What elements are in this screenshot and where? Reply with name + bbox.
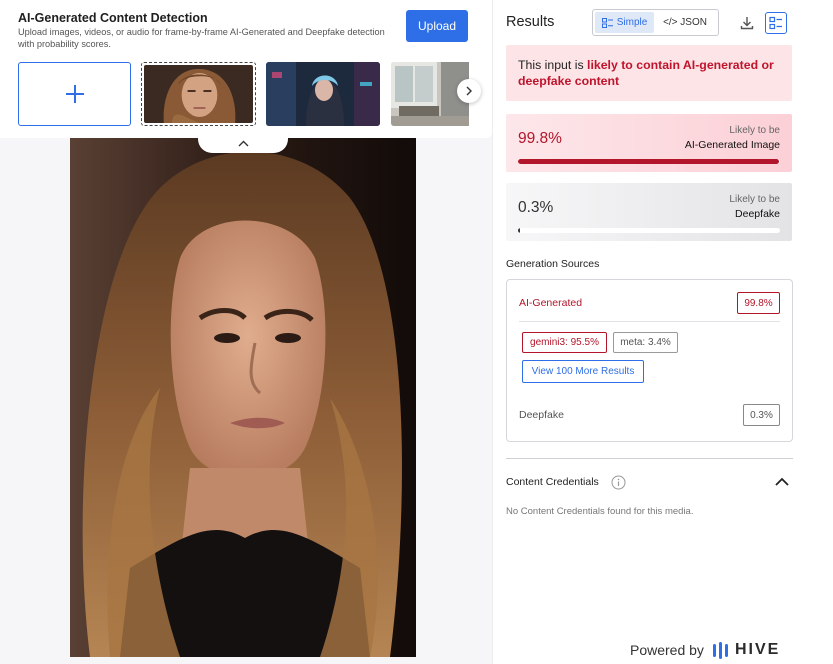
powered-by-footer: Powered by HIVE (630, 641, 780, 659)
detection-alert: This input is likely to contain AI-gener… (506, 45, 792, 101)
info-icon[interactable] (611, 475, 626, 490)
source-chip-meta: meta: 3.4% (613, 332, 678, 353)
results-title: Results (506, 14, 555, 30)
ai-label-top: Likely to be (729, 125, 780, 136)
thumbnail-cyberpunk[interactable] (266, 62, 380, 126)
tab-json[interactable]: </> JSON (654, 12, 716, 33)
portrait-thumbnail (144, 65, 253, 123)
portrait-image (70, 138, 416, 657)
sources-divider (519, 321, 780, 322)
app-title: AI-Generated Content Detection (18, 11, 208, 25)
generation-sources-heading: Generation Sources (506, 258, 600, 270)
hive-wordmark: HIVE (734, 641, 781, 658)
collapse-thumbnails-button[interactable] (198, 133, 288, 153)
ai-generated-score-label: Likely to be AI-Generated Image (685, 123, 780, 153)
deepfake-progress-bar (518, 228, 780, 233)
content-credentials-heading: Content Credentials (506, 476, 599, 488)
deepfake-score: 0.3% (518, 199, 554, 216)
cyberpunk-thumbnail (266, 62, 380, 126)
alert-prefix: This input is (518, 58, 588, 72)
view-toggle: Simple </> JSON (592, 9, 719, 36)
ai-generated-progress-bar (518, 159, 780, 164)
ai-label-main: AI-Generated Image (684, 139, 780, 151)
ai-generated-score: 99.8% (518, 130, 562, 147)
download-icon (740, 17, 754, 30)
thumbnails-next-button[interactable] (457, 79, 481, 103)
tab-json-label: </> JSON (663, 17, 707, 28)
deepfake-score-label: Likely to be Deepfake (729, 192, 780, 222)
tab-simple[interactable]: Simple (595, 12, 655, 33)
content-credentials-message: No Content Credentials found for this me… (506, 506, 694, 517)
deepfake-progress-fill (518, 228, 520, 233)
thumbnail-selected[interactable] (141, 62, 256, 126)
source-ai-generated-label: AI-Generated (519, 297, 583, 309)
deepfake-score-card: 0.3% Likely to be Deepfake (506, 183, 792, 241)
upload-header-card: AI-Generated Content Detection Upload im… (0, 0, 492, 138)
chevron-up-icon (238, 140, 248, 146)
source-deepfake-label: Deepfake (519, 409, 564, 421)
source-deepfake-badge: 0.3% (743, 404, 780, 426)
app-description: Upload images, videos, or audio for fram… (18, 27, 385, 49)
source-ai-generated-badge: 99.8% (737, 292, 780, 314)
ai-generated-progress-fill (518, 159, 780, 164)
ai-generated-score-card: 99.8% Likely to be AI-Generated Image (506, 114, 792, 172)
deepfake-label-main: Deepfake (735, 208, 780, 220)
download-button[interactable] (736, 12, 758, 34)
generation-sources-card: AI-Generated 99.8% gemini3: 95.5% meta: … (506, 279, 793, 442)
hive-logo-icon (712, 641, 728, 659)
powered-by-text: Powered by (630, 642, 704, 658)
deepfake-label-top: Likely to be (729, 194, 780, 205)
hive-logo[interactable]: HIVE (712, 641, 780, 659)
chevron-right-icon (466, 86, 472, 96)
report-view-button[interactable] (765, 12, 787, 34)
view-more-results-button[interactable]: View 100 More Results (522, 360, 644, 383)
plus-icon (65, 85, 84, 103)
results-panel: Results Simple </> JSON This input is li… (492, 0, 833, 664)
upload-button[interactable]: Upload (406, 10, 468, 42)
section-divider (506, 458, 793, 459)
media-panel: AI-Generated Content Detection Upload im… (0, 0, 492, 664)
source-chip-gemini3: gemini3: 95.5% (522, 332, 607, 353)
collapse-credentials-icon[interactable] (774, 475, 790, 489)
list-icon (601, 17, 613, 28)
tab-simple-label: Simple (616, 17, 648, 28)
add-media-button[interactable] (18, 62, 131, 126)
media-preview (70, 138, 416, 657)
list-view-icon (769, 16, 782, 30)
